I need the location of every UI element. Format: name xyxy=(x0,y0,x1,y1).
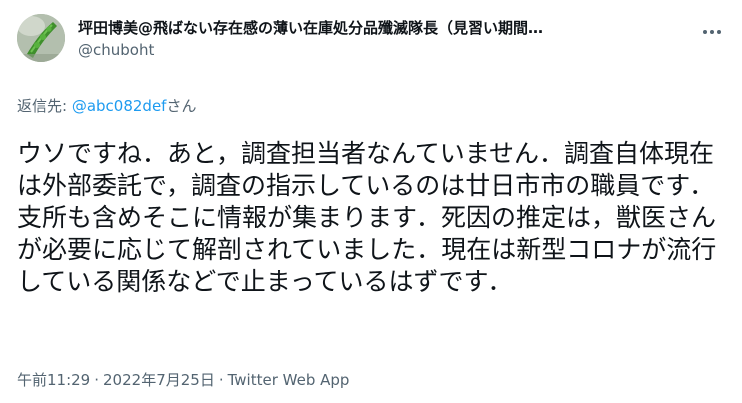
tweet-header: 坪田博美@飛ばない存在感の薄い在庫処分品殲滅隊長（見習い期間… @chuboht xyxy=(78,18,688,60)
more-dots-icon xyxy=(703,30,721,34)
display-name[interactable]: 坪田博美@飛ばない存在感の薄い在庫処分品殲滅隊長（見習い期間… xyxy=(78,18,678,38)
reply-prefix: 返信先: xyxy=(17,97,72,115)
tweet-card: 坪田博美@飛ばない存在感の薄い在庫処分品殲滅隊長（見習い期間… @chuboht… xyxy=(0,0,742,403)
meta-separator: · xyxy=(218,371,224,389)
meta-separator: · xyxy=(94,371,100,389)
tweet-source[interactable]: Twitter Web App xyxy=(228,371,350,389)
tweet-date[interactable]: 2022年7月25日 xyxy=(103,371,215,389)
tweet-time[interactable]: 午前11:29 xyxy=(17,371,90,389)
tweet-text: ウソですね．あと，調査担当者なんていません．調査自体現在は外部委託で，調査の指示… xyxy=(17,139,717,296)
tweet-meta: 午前11:29 · 2022年7月25日 · Twitter Web App xyxy=(17,370,349,390)
reply-suffix: さん xyxy=(166,97,197,115)
green-pod-avatar-icon xyxy=(17,14,65,62)
more-button[interactable] xyxy=(700,20,724,44)
avatar[interactable] xyxy=(17,14,65,62)
reply-context: 返信先: @abc082defさん xyxy=(17,96,196,116)
user-handle[interactable]: @chuboht xyxy=(78,40,688,60)
reply-mention-link[interactable]: @abc082def xyxy=(72,97,167,115)
